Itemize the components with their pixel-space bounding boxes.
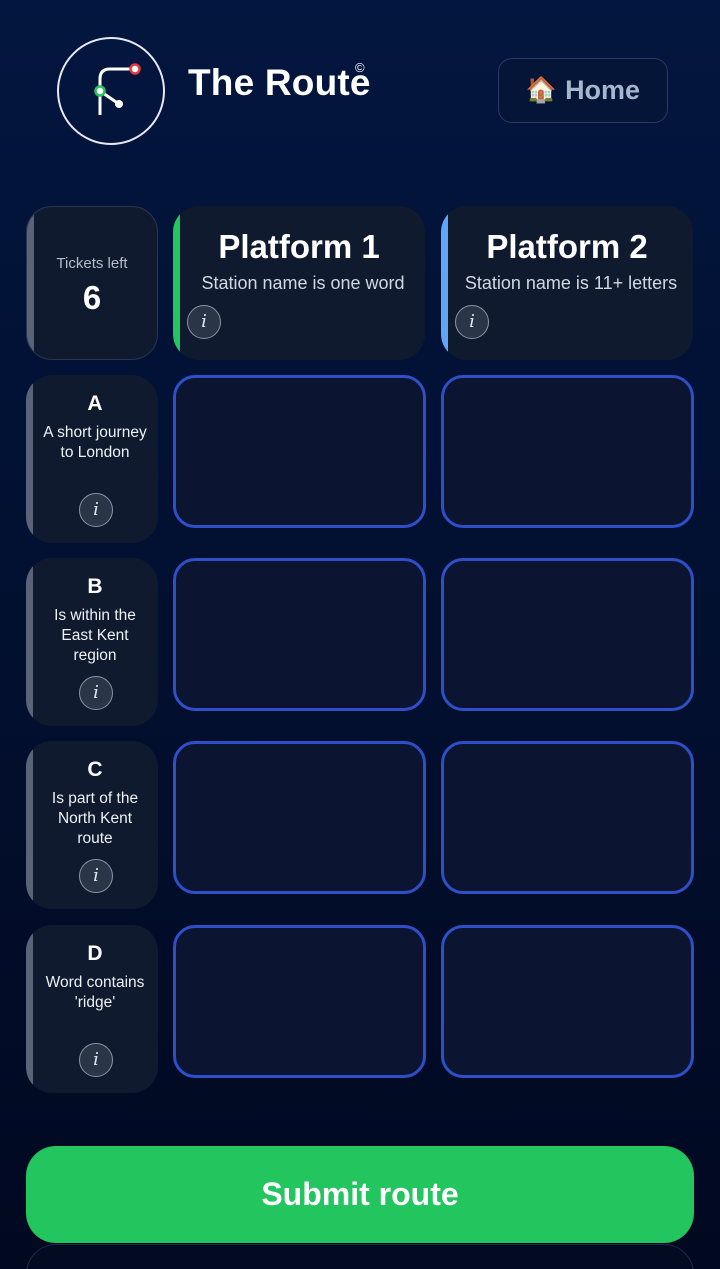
row-b-rule: Is within the East Kent region [54,607,136,664]
route-logo-icon [57,37,165,145]
tickets-left-card: Tickets left 6 [26,206,158,360]
row-b-letter: B [87,575,103,598]
app-title: The Route [188,62,371,104]
row-c-rule: Is part of the North Kent route [51,790,139,847]
game-screen: The Route © 🏠 Home Tickets left 6 Platfo… [0,0,720,1269]
row-a-header: A A short journey to London i [26,375,158,543]
app-title-text: The Route [188,62,371,103]
grid-cell-c-2[interactable] [441,741,694,894]
submit-route-button[interactable]: Submit route [26,1146,694,1243]
row-d-info-icon[interactable]: i [79,1043,113,1077]
platform-2-header: Platform 2 Station name is 11+ letters i [441,206,693,360]
row-d-header: D Word contains 'ridge' i [26,925,158,1093]
grid-cell-d-2[interactable] [441,925,694,1078]
home-button[interactable]: 🏠 Home [498,58,668,123]
platform-1-rule: Station name is one word [201,273,405,293]
grid-cell-c-1[interactable] [173,741,426,894]
platform-2-title: Platform 2 [486,228,648,265]
row-b-info-icon[interactable]: i [79,676,113,710]
bottom-panel-edge [26,1244,694,1269]
row-a-info-icon[interactable]: i [79,493,113,527]
grid-cell-a-1[interactable] [173,375,426,528]
tickets-left-label: Tickets left [56,255,128,272]
row-c-header: C Is part of the North Kent route i [26,741,158,909]
platform-1-header: Platform 1 Station name is one word i [173,206,425,360]
row-c-info-icon[interactable]: i [79,859,113,893]
platform-1-title: Platform 1 [218,228,380,265]
platform-2-info-icon[interactable]: i [455,305,489,339]
home-button-label: Home [565,75,641,105]
grid-cell-b-2[interactable] [441,558,694,711]
row-c-letter: C [87,758,103,781]
row-b-header: B Is within the East Kent region i [26,558,158,726]
row-d-rule: Word contains 'ridge' [45,974,145,1011]
row-d-letter: D [87,942,103,965]
copyright-mark: © [355,60,365,75]
row-a-rule: A short journey to London [43,424,147,461]
row-a-letter: A [87,392,103,415]
grid-cell-b-1[interactable] [173,558,426,711]
home-icon: 🏠 [525,76,558,104]
platform-2-rule: Station name is 11+ letters [464,273,678,293]
grid-cell-a-2[interactable] [441,375,694,528]
tickets-left-count: 6 [82,279,102,316]
platform-1-info-icon[interactable]: i [187,305,221,339]
grid-cell-d-1[interactable] [173,925,426,1078]
